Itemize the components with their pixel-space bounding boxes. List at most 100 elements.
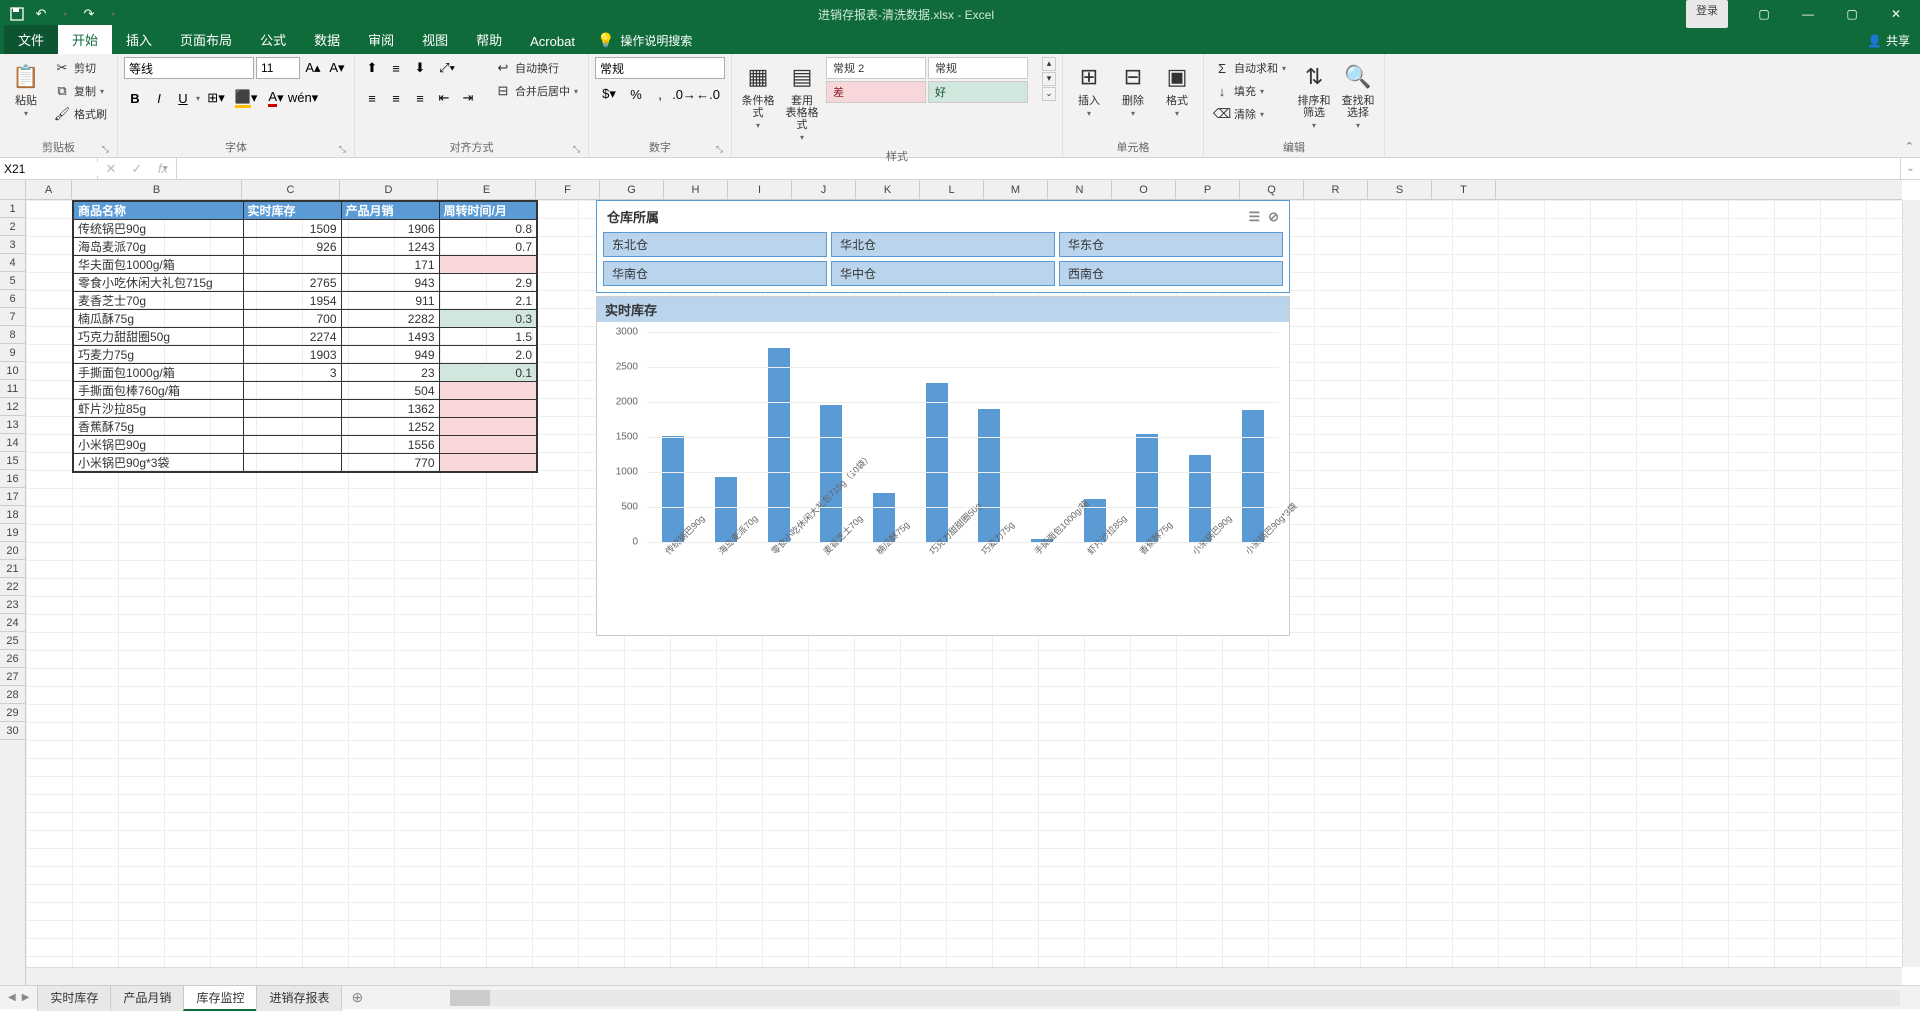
increase-font-button[interactable]: A▴ [302,57,324,79]
styles-scroll-down[interactable]: ▾ [1042,72,1056,86]
table-row[interactable]: 巧麦力75g19039492.0 [73,346,537,364]
table-row[interactable]: 华夫面包1000g/箱171 [73,256,537,274]
row-header-14[interactable]: 14 [0,434,25,452]
row-header-10[interactable]: 10 [0,362,25,380]
row-header-25[interactable]: 25 [0,632,25,650]
underline-button[interactable]: U [172,87,194,109]
format-cells-button[interactable]: ▣格式▾ [1157,57,1197,122]
row-header-16[interactable]: 16 [0,470,25,488]
alignment-dialog-launcher[interactable]: ⤡ [573,144,580,155]
cut-button[interactable]: ✂剪切 [50,57,111,79]
col-header-F[interactable]: F [536,180,600,199]
increase-decimal-button[interactable]: .0→ [673,83,695,105]
row-header-18[interactable]: 18 [0,506,25,524]
chart-bar[interactable] [1242,410,1264,542]
number-dialog-launcher[interactable]: ⤡ [716,144,723,155]
col-header-T[interactable]: T [1432,180,1496,199]
style-normal[interactable]: 常规 [928,57,1028,79]
col-header-I[interactable]: I [728,180,792,199]
slicer-multi-select-icon[interactable]: ☰ [1248,209,1260,225]
decrease-decimal-button[interactable]: ←.0 [697,83,719,105]
find-select-button[interactable]: 🔍查找和选择▾ [1338,57,1378,134]
vertical-scrollbar[interactable] [1902,200,1920,967]
sheet-tab[interactable]: 进销存报表 [256,985,342,1011]
font-dialog-launcher[interactable]: ⤡ [339,144,346,155]
table-row[interactable]: 楠瓜酥75g70022820.3 [73,310,537,328]
row-header-15[interactable]: 15 [0,452,25,470]
maximize-button[interactable]: ▢ [1832,0,1872,28]
cancel-formula-button[interactable]: ✕ [98,161,124,177]
align-left-button[interactable]: ≡ [361,87,383,109]
col-header-A[interactable]: A [26,180,72,199]
align-center-button[interactable]: ≡ [385,87,407,109]
insert-cells-button[interactable]: ⊞插入▾ [1069,57,1109,122]
expand-formula-bar-button[interactable]: ⌄ [1900,158,1920,179]
row-header-11[interactable]: 11 [0,380,25,398]
sheet-nav-next[interactable]: ▶ [22,992,30,1003]
table-header[interactable]: 周转时间/月 [439,201,537,220]
row-header-29[interactable]: 29 [0,704,25,722]
accounting-format-button[interactable]: $▾ [595,83,623,105]
col-header-B[interactable]: B [72,180,242,199]
styles-scroll-up[interactable]: ▴ [1042,57,1056,71]
row-header-30[interactable]: 30 [0,722,25,740]
row-header-4[interactable]: 4 [0,254,25,272]
tab-view[interactable]: 视图 [408,25,462,54]
table-header[interactable]: 商品名称 [73,201,243,220]
delete-cells-button[interactable]: ⊟删除▾ [1113,57,1153,122]
undo-dropdown[interactable]: ▾ [54,3,76,25]
close-button[interactable]: ✕ [1876,0,1916,28]
table-header[interactable]: 实时库存 [243,201,341,220]
table-row[interactable]: 麦香芝士70g19549112.1 [73,292,537,310]
col-header-G[interactable]: G [600,180,664,199]
slicer-item[interactable]: 东北仓 [603,232,827,257]
tab-insert[interactable]: 插入 [112,25,166,54]
row-header-22[interactable]: 22 [0,578,25,596]
table-row[interactable]: 传统锅巴90g150919060.8 [73,220,537,238]
col-header-L[interactable]: L [920,180,984,199]
tab-data[interactable]: 数据 [300,25,354,54]
col-header-M[interactable]: M [984,180,1048,199]
col-header-N[interactable]: N [1048,180,1112,199]
col-header-O[interactable]: O [1112,180,1176,199]
minimize-button[interactable]: — [1788,0,1828,28]
orientation-button[interactable]: ⤢▾ [433,57,461,79]
format-painter-button[interactable]: 🖌格式刷 [50,103,111,125]
font-color-button[interactable]: A▾ [262,87,290,109]
ribbon-display-options-button[interactable]: ▢ [1744,0,1784,28]
table-header[interactable]: 产品月销 [341,201,439,220]
tab-layout[interactable]: 页面布局 [166,25,246,54]
horizontal-scrollbar[interactable] [450,990,1900,1006]
horizontal-scrollbar-thumb[interactable] [450,990,490,1006]
tell-me-search[interactable]: 💡 操作说明搜索 [589,27,700,54]
wrap-text-button[interactable]: ↩自动换行 [491,57,582,79]
slicer-item[interactable]: 华南仓 [603,261,827,286]
row-header-5[interactable]: 5 [0,272,25,290]
col-header-D[interactable]: D [340,180,438,199]
autosum-button[interactable]: Σ自动求和▾ [1210,57,1290,79]
chart-bar[interactable] [926,383,948,542]
border-button[interactable]: ⊞▾ [202,87,230,109]
slicer-item[interactable]: 华东仓 [1059,232,1283,257]
redo-button[interactable]: ↷ [78,3,100,25]
row-header-7[interactable]: 7 [0,308,25,326]
row-header-26[interactable]: 26 [0,650,25,668]
row-header-9[interactable]: 9 [0,344,25,362]
number-format-select[interactable] [595,57,725,79]
col-header-Q[interactable]: Q [1240,180,1304,199]
table-row[interactable]: 手撕面包棒760g/箱504 [73,382,537,400]
enter-formula-button[interactable]: ✓ [124,161,150,177]
style-normal2[interactable]: 常规 2 [826,57,926,79]
table-row[interactable]: 虾片沙拉85g1362 [73,400,537,418]
row-header-12[interactable]: 12 [0,398,25,416]
col-header-H[interactable]: H [664,180,728,199]
increase-indent-button[interactable]: ⇥ [457,87,479,109]
style-good[interactable]: 好 [928,81,1028,103]
col-header-J[interactable]: J [792,180,856,199]
row-header-17[interactable]: 17 [0,488,25,506]
chart-bar[interactable] [768,348,790,542]
table-row[interactable]: 巧克力甜甜圈50g227414931.5 [73,328,537,346]
add-sheet-button[interactable]: ⊕ [341,986,373,1009]
bold-button[interactable]: B [124,87,146,109]
row-header-2[interactable]: 2 [0,218,25,236]
